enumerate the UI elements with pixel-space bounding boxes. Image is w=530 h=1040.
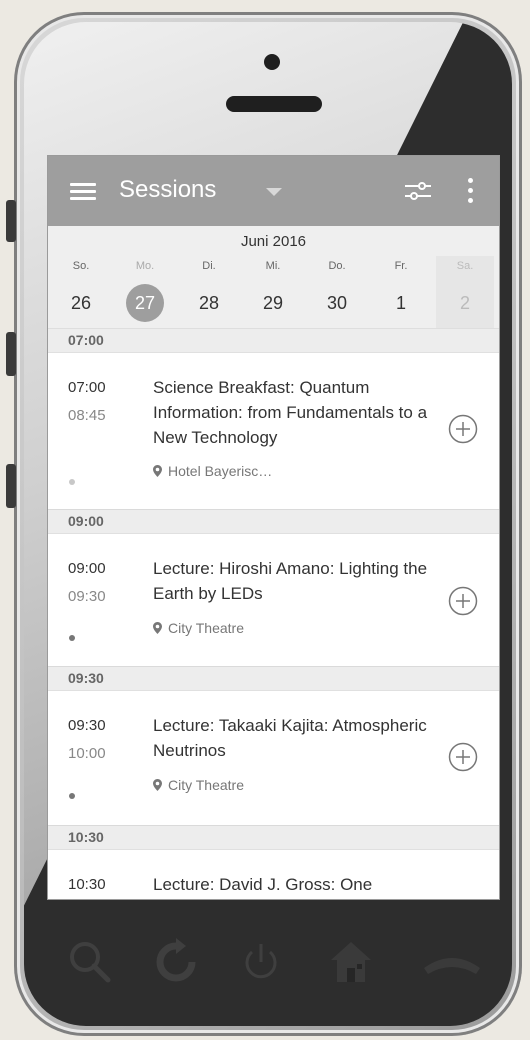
power-icon[interactable] bbox=[237, 938, 285, 986]
location-pin-icon bbox=[153, 465, 162, 477]
time-section-header: 10:30 bbox=[48, 826, 499, 850]
refresh-icon[interactable] bbox=[152, 938, 200, 986]
day-number: 30 bbox=[326, 293, 348, 313]
day-name: So. bbox=[72, 260, 90, 272]
week-calendar: Juni 2016 So. 26 Mo. 27 Di. 28 Mi. 29 Do… bbox=[48, 226, 499, 329]
session-start-time: 09:00 bbox=[68, 560, 106, 577]
day-saturday[interactable]: Sa. 2 bbox=[436, 256, 494, 328]
session-title: Lecture: Hiroshi Amano: Lighting the Ear… bbox=[153, 559, 428, 603]
dropdown-arrow-icon[interactable] bbox=[266, 188, 282, 196]
more-vert-icon[interactable] bbox=[468, 178, 474, 206]
month-label: Juni 2016 bbox=[240, 233, 307, 250]
front-camera bbox=[264, 54, 280, 70]
filter-sliders-icon[interactable] bbox=[404, 181, 432, 201]
day-number: 29 bbox=[262, 293, 284, 313]
day-number: 2 bbox=[459, 293, 470, 313]
session-start-time: 09:30 bbox=[68, 717, 106, 734]
day-name: Do. bbox=[328, 260, 346, 272]
location-pin-icon bbox=[153, 779, 162, 791]
day-number: 1 bbox=[395, 293, 406, 313]
location-pin-icon bbox=[153, 622, 162, 634]
day-number-selected: 27 bbox=[126, 284, 164, 322]
status-dot-icon bbox=[69, 479, 75, 485]
time-section-header: 09:30 bbox=[48, 667, 499, 691]
day-name: Sa. bbox=[456, 260, 474, 272]
day-wednesday[interactable]: Mi. 29 bbox=[244, 256, 302, 322]
session-title: Lecture: Takaaki Kajita: Atmospheric Neu… bbox=[153, 716, 427, 760]
volume-down-button[interactable] bbox=[6, 464, 16, 508]
day-friday[interactable]: Fr. 1 bbox=[372, 256, 430, 322]
time-section-header: 07:00 bbox=[48, 329, 499, 353]
day-name: Mo. bbox=[135, 260, 155, 272]
status-dot-icon bbox=[69, 635, 75, 641]
add-circle-icon[interactable] bbox=[448, 414, 478, 444]
session-location: City Theatre bbox=[153, 620, 244, 636]
session-location-text: City Theatre bbox=[168, 777, 244, 793]
volume-up-button[interactable] bbox=[6, 332, 16, 376]
day-thursday[interactable]: Do. 30 bbox=[308, 256, 366, 322]
search-icon[interactable] bbox=[66, 938, 114, 986]
status-dot-icon bbox=[69, 793, 75, 799]
app-screen: Sessions Juni 2016 So. 26 Mo. 27 Di. 28 … bbox=[47, 155, 500, 900]
day-tuesday[interactable]: Di. 28 bbox=[180, 256, 238, 322]
side-button-top[interactable] bbox=[6, 200, 16, 242]
home-icon[interactable] bbox=[327, 938, 375, 986]
day-name: Fr. bbox=[394, 260, 408, 272]
session-location-text: City Theatre bbox=[168, 620, 244, 636]
app-title: Sessions bbox=[119, 176, 217, 203]
end-call-icon[interactable] bbox=[420, 938, 484, 986]
app-bar: Sessions bbox=[48, 156, 499, 226]
earpiece-speaker bbox=[226, 96, 322, 112]
day-monday[interactable]: Mo. 27 bbox=[116, 256, 174, 322]
session-row[interactable]: 07:00 08:45 Science Breakfast: Quantum I… bbox=[48, 353, 499, 510]
add-circle-icon[interactable] bbox=[448, 586, 478, 616]
day-sunday[interactable]: So. 26 bbox=[52, 256, 110, 322]
session-row[interactable]: 09:30 10:00 Lecture: Takaaki Kajita: Atm… bbox=[48, 691, 499, 826]
session-end-time: 09:30 bbox=[68, 588, 106, 605]
session-row[interactable]: 10:30 Lecture: David J. Gross: One bbox=[48, 850, 499, 899]
session-title: Lecture: David J. Gross: One bbox=[153, 875, 373, 894]
session-location: City Theatre bbox=[153, 777, 244, 793]
day-name: Di. bbox=[202, 260, 216, 272]
session-title: Science Breakfast: Quantum Information: … bbox=[153, 378, 428, 447]
day-number: 26 bbox=[70, 293, 92, 313]
day-number: 28 bbox=[198, 293, 220, 313]
add-circle-icon[interactable] bbox=[448, 742, 478, 772]
session-end-time: 10:00 bbox=[68, 745, 106, 762]
time-section-header: 09:00 bbox=[48, 510, 499, 534]
session-location-text: Hotel Bayerisc… bbox=[168, 463, 273, 479]
session-end-time: 08:45 bbox=[68, 407, 106, 424]
hamburger-menu-icon[interactable] bbox=[70, 183, 96, 201]
session-row[interactable]: 09:00 09:30 Lecture: Hiroshi Amano: Ligh… bbox=[48, 534, 499, 667]
session-location: Hotel Bayerisc… bbox=[153, 463, 272, 479]
day-name: Mi. bbox=[265, 260, 281, 272]
session-start-time: 07:00 bbox=[68, 379, 106, 396]
session-start-time: 10:30 bbox=[68, 876, 106, 893]
